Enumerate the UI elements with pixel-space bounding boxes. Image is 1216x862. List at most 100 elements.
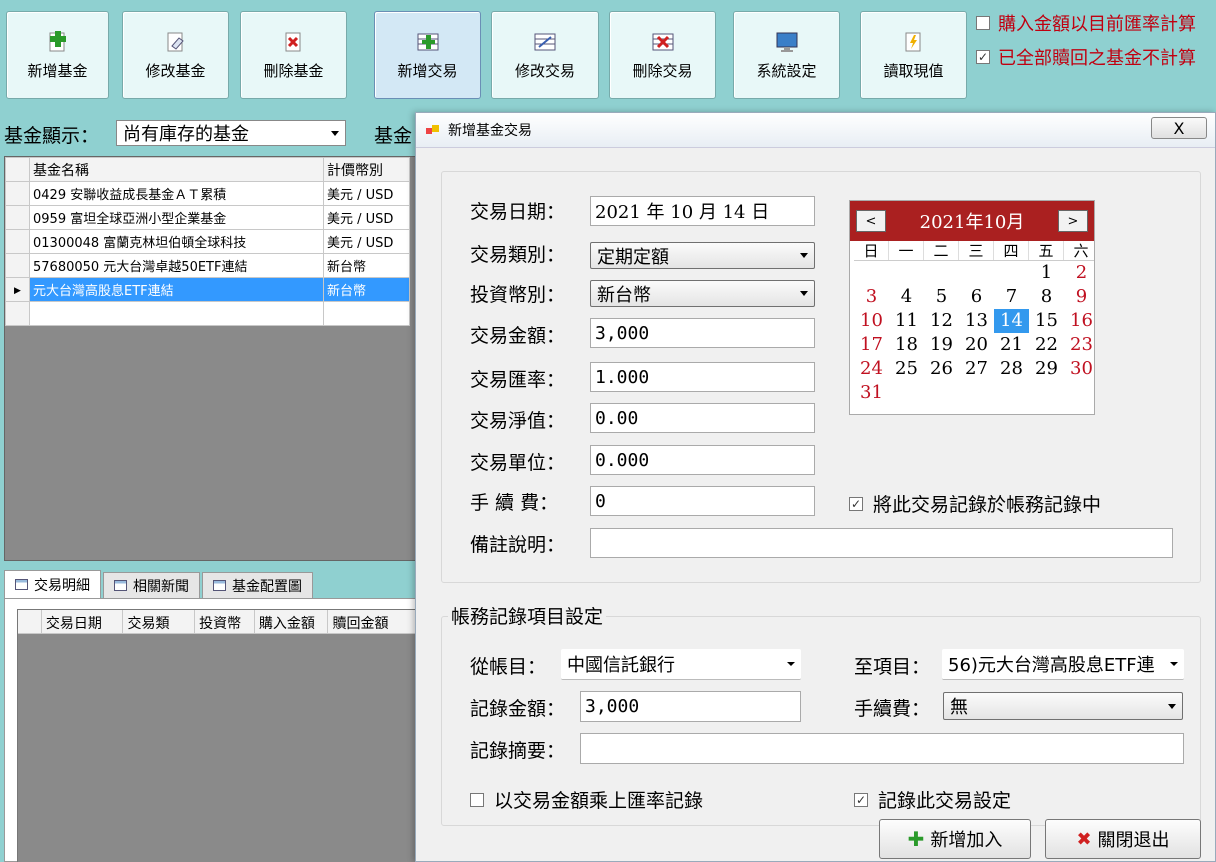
to-item-select[interactable]: 56)元大台灣高股息ETF連: [942, 649, 1184, 680]
calendar-day[interactable]: 7: [994, 285, 1029, 309]
table-row[interactable]: 0429 安聯收益成長基金ＡＴ累積 美元 / USD: [5, 181, 410, 206]
calendar-day[interactable]: 18: [889, 333, 924, 357]
calendar-day[interactable]: 3: [854, 285, 889, 309]
exclude-redeemed-checkbox-row[interactable]: ✓ 已全部贖回之基金不計算: [976, 44, 1196, 70]
currency-cell[interactable]: 美元 / USD: [323, 205, 410, 230]
amount-field[interactable]: 3,000: [590, 318, 815, 348]
fund-name-cell[interactable]: 0429 安聯收益成長基金ＡＴ累積: [29, 181, 324, 206]
rate-field[interactable]: 1.000: [590, 362, 815, 392]
calendar-day[interactable]: 6: [959, 285, 994, 309]
row-header[interactable]: [5, 229, 30, 254]
row-header[interactable]: [5, 181, 30, 206]
prev-month-button[interactable]: <: [856, 210, 886, 232]
multiply-rate-checkbox-row[interactable]: 以交易金額乘上匯率記錄: [470, 786, 703, 813]
next-month-button[interactable]: >: [1058, 210, 1088, 232]
edit-trade-button[interactable]: 修改交易: [491, 11, 599, 99]
empty-cell[interactable]: [323, 301, 410, 326]
record-to-books-checkbox-row[interactable]: ✓ 將此交易記錄於帳務記錄中: [849, 490, 1101, 517]
fund-name-cell[interactable]: 元大台灣高股息ETF連結: [29, 277, 324, 302]
tab-related-news[interactable]: 相關新聞: [103, 572, 200, 598]
calendar-day[interactable]: 9: [1064, 285, 1099, 309]
trade-date-field[interactable]: 2021 年 10 月 14 日: [590, 196, 815, 226]
calendar-day[interactable]: 28: [994, 357, 1029, 381]
multiply-rate-checkbox[interactable]: [470, 792, 484, 807]
delete-trade-button[interactable]: 刪除交易: [609, 11, 716, 99]
calendar-day[interactable]: 21: [994, 333, 1029, 357]
calendar-day[interactable]: 25: [889, 357, 924, 381]
calendar-day[interactable]: 27: [959, 357, 994, 381]
col-header-trade-date[interactable]: 交易日期: [41, 610, 124, 634]
calendar-day[interactable]: 2: [1064, 261, 1099, 285]
units-field[interactable]: 0.000: [590, 445, 815, 475]
add-trade-button[interactable]: 新增交易: [374, 11, 481, 99]
table-row[interactable]: 0959 富坦全球亞洲小型企業基金 美元 / USD: [5, 205, 410, 230]
calendar-day[interactable]: 16: [1064, 309, 1099, 333]
calendar-day[interactable]: 17: [854, 333, 889, 357]
close-window-button[interactable]: X: [1151, 117, 1207, 139]
col-header-buy-amount[interactable]: 購入金額: [254, 610, 329, 634]
fund-name-cell[interactable]: 01300048 富蘭克林坦伯頓全球科技: [29, 229, 324, 254]
tab-trade-details[interactable]: 交易明細: [4, 570, 101, 598]
row-header[interactable]: [5, 253, 30, 278]
read-nav-button[interactable]: 讀取現值: [860, 11, 967, 99]
row-header[interactable]: ▶: [5, 277, 30, 302]
add-fund-button[interactable]: 新增基金: [6, 11, 109, 99]
calendar-day-selected[interactable]: 14: [994, 309, 1029, 333]
table-row-new[interactable]: [5, 301, 410, 326]
fund-display-select[interactable]: 尚有庫存的基金: [116, 120, 346, 146]
fund-name-cell[interactable]: 57680050 元大台灣卓越50ETF連結: [29, 253, 324, 278]
calendar-day[interactable]: 12: [924, 309, 959, 333]
calendar-day[interactable]: 5: [924, 285, 959, 309]
save-setting-checkbox[interactable]: ✓: [854, 792, 868, 807]
currency-cell[interactable]: 新台幣: [323, 253, 410, 278]
close-exit-button[interactable]: ✖ 關閉退出: [1045, 819, 1201, 859]
buy-by-rate-checkbox[interactable]: [976, 16, 990, 30]
calendar-day[interactable]: 31: [854, 381, 889, 405]
calendar-day[interactable]: 1: [1029, 261, 1064, 285]
calendar-day[interactable]: 29: [1029, 357, 1064, 381]
calendar-day[interactable]: 10: [854, 309, 889, 333]
calendar-day[interactable]: 8: [1029, 285, 1064, 309]
row-header[interactable]: [5, 301, 30, 326]
note-field[interactable]: [590, 528, 1173, 558]
record-fee-select[interactable]: 無: [943, 692, 1183, 720]
calendar-day[interactable]: 24: [854, 357, 889, 381]
currency-cell[interactable]: 美元 / USD: [323, 229, 410, 254]
empty-cell[interactable]: [29, 301, 324, 326]
fund-name-cell[interactable]: 0959 富坦全球亞洲小型企業基金: [29, 205, 324, 230]
record-summary-field[interactable]: [580, 733, 1184, 764]
from-account-select[interactable]: 中國信託銀行: [561, 649, 801, 680]
calendar-day[interactable]: 4: [889, 285, 924, 309]
calendar-day[interactable]: 26: [924, 357, 959, 381]
nav-field[interactable]: 0.00: [590, 403, 815, 433]
calendar-day[interactable]: 22: [1029, 333, 1064, 357]
calendar-day[interactable]: 23: [1064, 333, 1099, 357]
tab-fund-allocation[interactable]: 基金配置圖: [202, 572, 313, 598]
currency-cell[interactable]: 新台幣: [323, 277, 410, 302]
currency-select[interactable]: 新台幣: [590, 280, 815, 307]
save-setting-checkbox-row[interactable]: ✓ 記錄此交易設定: [854, 786, 1011, 813]
col-header-fund-name[interactable]: 基金名稱: [29, 157, 324, 182]
row-header[interactable]: [5, 205, 30, 230]
edit-fund-button[interactable]: 修改基金: [122, 11, 229, 99]
calendar-day[interactable]: 15: [1029, 309, 1064, 333]
col-header-trade-type[interactable]: 交易類: [123, 610, 196, 634]
dialog-titlebar[interactable]: 新增基金交易 X: [416, 113, 1215, 148]
trade-type-select[interactable]: 定期定額: [590, 242, 815, 269]
calendar-day[interactable]: 20: [959, 333, 994, 357]
add-button[interactable]: ✚ 新增加入: [879, 819, 1031, 859]
calendar-day[interactable]: 30: [1064, 357, 1099, 381]
settings-button[interactable]: 系統設定: [733, 11, 840, 99]
exclude-redeemed-checkbox[interactable]: ✓: [976, 50, 990, 64]
record-amount-field[interactable]: 3,000: [580, 691, 801, 722]
record-to-books-checkbox[interactable]: ✓: [849, 496, 863, 511]
calendar-day[interactable]: 19: [924, 333, 959, 357]
table-row-selected[interactable]: ▶ 元大台灣高股息ETF連結 新台幣: [5, 277, 410, 302]
currency-cell[interactable]: 美元 / USD: [323, 181, 410, 206]
col-header-redeem-amount[interactable]: 贖回金額: [328, 610, 416, 634]
table-row[interactable]: 57680050 元大台灣卓越50ETF連結 新台幣: [5, 253, 410, 278]
fee-field[interactable]: 0: [590, 486, 815, 516]
delete-fund-button[interactable]: 刪除基金: [240, 11, 347, 99]
buy-by-rate-checkbox-row[interactable]: 購入金額以目前匯率計算: [976, 10, 1196, 36]
calendar-day[interactable]: 11: [889, 309, 924, 333]
